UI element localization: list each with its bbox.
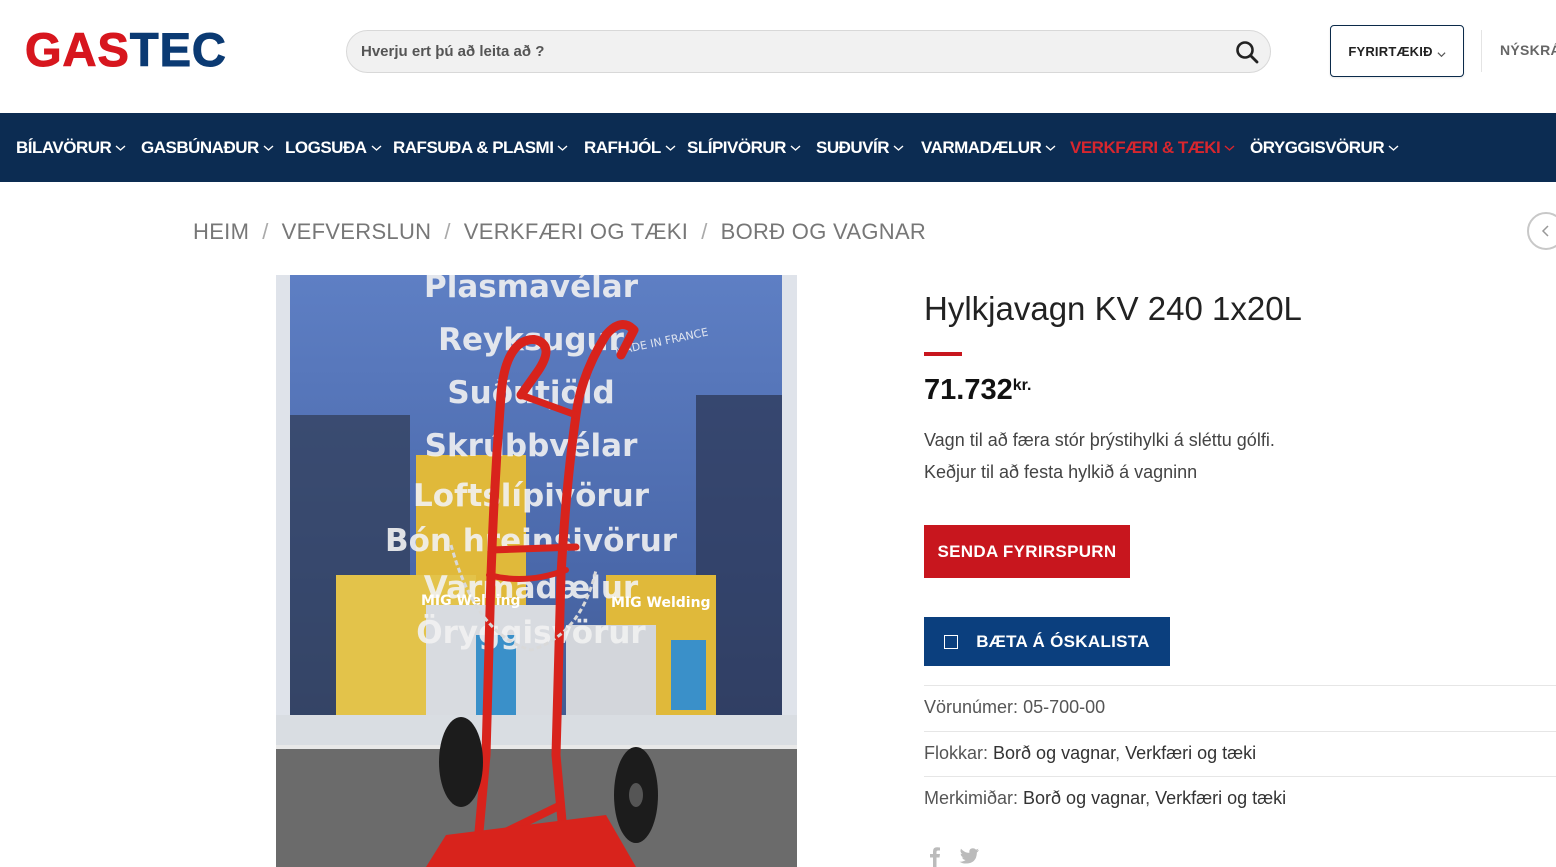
wishlist-label: BÆTA Á ÓSKALISTA: [976, 631, 1150, 651]
chevron-down-icon: [371, 144, 381, 151]
tags-label: Merkimiðar:: [924, 788, 1019, 808]
chevron-down-icon: [665, 144, 676, 151]
breadcrumb-shop[interactable]: VEFVERSLUN: [282, 219, 432, 244]
nav-item-varmadaelur[interactable]: VARMADÆLUR: [921, 113, 1056, 182]
social-share: [924, 845, 980, 867]
tag-link[interactable]: Borð og vagnar: [1023, 788, 1145, 808]
window-text-line: Loftslípivörur: [413, 478, 650, 514]
nav-item-rafhjol[interactable]: RAFHJÓL: [584, 113, 676, 182]
product-categories: Flokkar: Borð og vagnar, Verkfæri og tæk…: [924, 743, 1257, 763]
nav-item-gasbunadur[interactable]: GASBÚNAÐUR: [141, 113, 274, 182]
categories-label: Flokkar:: [924, 743, 989, 763]
product-sku: Vörunúmer: 05-700-00: [924, 697, 1105, 718]
price-amount: 71.732: [924, 374, 1013, 406]
search-icon[interactable]: [1234, 39, 1260, 65]
description-line: Keðjur til að festa hylkið á vagninn: [924, 462, 1198, 482]
tag-link[interactable]: Verkfæri og tæki: [1155, 788, 1286, 808]
breadcrumb: HEIM / VEFVERSLUN / VERKFÆRI OG TÆKI / BORÐ OG…: [193, 219, 926, 245]
register-link[interactable]: NÝSKRÁ: [1500, 42, 1556, 58]
company-dropdown-button[interactable]: FYRIRTÆKIÐ: [1330, 25, 1464, 77]
sku-value: 05-700-00: [1023, 697, 1106, 717]
description-line: Vagn til að færa stór þrýstihylki á slét…: [924, 430, 1275, 450]
chevron-down-icon: [1224, 144, 1235, 151]
breadcrumb-separator: /: [701, 219, 708, 244]
twitter-icon[interactable]: [958, 845, 980, 867]
nav-item-rafsuda-plasmi[interactable]: RAFSUÐA & PLASMI: [393, 113, 568, 182]
nav-item-label: RAFSUÐA & PLASMI: [393, 137, 554, 157]
send-inquiry-button[interactable]: SENDA FYRIRSPURN: [924, 525, 1130, 578]
product-description: Vagn til að færa stór þrýstihylki á slét…: [924, 424, 1275, 488]
breadcrumb-tables-carts[interactable]: BORÐ OG VAGNAR: [721, 219, 927, 244]
chevron-left-icon: [1541, 225, 1549, 237]
search-bar: [346, 30, 1271, 73]
breadcrumb-tools[interactable]: VERKFÆRI OG TÆKI: [464, 219, 688, 244]
nav-item-label: SLÍPIVÖRUR: [687, 137, 786, 157]
chevron-down-icon: [893, 144, 904, 151]
breadcrumb-home[interactable]: HEIM: [193, 219, 249, 244]
price-currency: kr.: [1012, 377, 1032, 394]
chevron-down-icon: [263, 144, 274, 151]
nav-item-oryggisvorur[interactable]: ÖRYGGISVÖRUR: [1250, 113, 1399, 182]
main-navigation: BÍLAVÖRUR GASBÚNAÐUR LOGSUÐA RAFSUÐA & P…: [0, 113, 1556, 182]
nav-item-label: SUÐUVÍR: [816, 137, 890, 157]
chevron-down-icon: [1045, 144, 1056, 151]
breadcrumb-separator: /: [444, 219, 451, 244]
category-link[interactable]: Borð og vagnar: [993, 743, 1115, 763]
window-text-line: Plasmavélar: [424, 275, 639, 305]
meta-divider: [924, 731, 1556, 732]
breadcrumb-separator: /: [262, 219, 269, 244]
box-label: MIG Welding: [421, 593, 521, 609]
nav-item-label: VERKFÆRI & TÆKI: [1070, 137, 1221, 157]
chevron-down-icon: [557, 144, 568, 151]
chevron-down-icon: [790, 144, 801, 151]
header-divider: [1481, 30, 1482, 72]
window-text-line: Bón hreinsivörur: [385, 523, 678, 559]
title-divider: [924, 352, 962, 356]
product-price: 71.732kr.: [924, 374, 1031, 407]
nav-item-verkfaeri-taeki[interactable]: VERKFÆRI & TÆKI: [1070, 113, 1235, 182]
logo-text-gas: GAS: [25, 23, 130, 76]
company-dropdown-label: FYRIRTÆKIÐ: [1348, 43, 1433, 59]
meta-divider: [924, 685, 1556, 686]
nav-item-label: ÖRYGGISVÖRUR: [1250, 137, 1385, 157]
nav-item-logsuda[interactable]: LOGSUÐA: [285, 113, 382, 182]
window-text-line: Skrúbbvélar: [425, 428, 638, 464]
nav-item-label: LOGSUÐA: [285, 137, 367, 157]
product-title: Hylkjavagn KV 240 1x20L: [924, 290, 1302, 327]
box-label: MIG Welding: [611, 595, 711, 611]
nav-item-suduvir[interactable]: SUÐUVÍR: [816, 113, 904, 182]
chevron-down-icon: [1388, 144, 1399, 151]
nav-item-label: BÍLAVÖRUR: [16, 137, 112, 157]
logo-text-tec: TEC: [129, 23, 227, 76]
product-tags: Merkimiðar: Borð og vagnar, Verkfæri og …: [924, 788, 1287, 808]
window-text-line: Öryggisvörur: [416, 614, 646, 651]
product-image[interactable]: Plasmavélar Reyksugur Suðutjöld Skrúbbvé…: [276, 275, 797, 867]
nav-item-label: VARMADÆLUR: [921, 137, 1042, 157]
nav-item-label: RAFHJÓL: [584, 137, 661, 157]
product-photo: Plasmavélar Reyksugur Suðutjöld Skrúbbvé…: [276, 275, 797, 867]
nav-item-bilavorur[interactable]: BÍLAVÖRUR: [16, 113, 126, 182]
chevron-down-icon: [1437, 47, 1446, 57]
category-link[interactable]: Verkfæri og tæki: [1125, 743, 1256, 763]
add-to-wishlist-button[interactable]: BÆTA Á ÓSKALISTA: [924, 617, 1170, 666]
search-input[interactable]: [361, 31, 1221, 72]
sku-label: Vörunúmer:: [924, 697, 1019, 717]
facebook-icon[interactable]: [924, 845, 946, 867]
nav-item-slipivorur[interactable]: SLÍPIVÖRUR: [687, 113, 801, 182]
gastec-logo[interactable]: GAS TEC: [25, 23, 227, 76]
previous-product-button[interactable]: [1527, 212, 1556, 250]
meta-divider: [924, 776, 1556, 777]
site-header: GASTEC FYRIRTÆKIÐ NÝSKRÁ: [0, 0, 1556, 113]
chevron-down-icon: [115, 144, 126, 151]
heart-icon: [944, 634, 959, 649]
nav-item-label: GASBÚNAÐUR: [141, 137, 259, 157]
